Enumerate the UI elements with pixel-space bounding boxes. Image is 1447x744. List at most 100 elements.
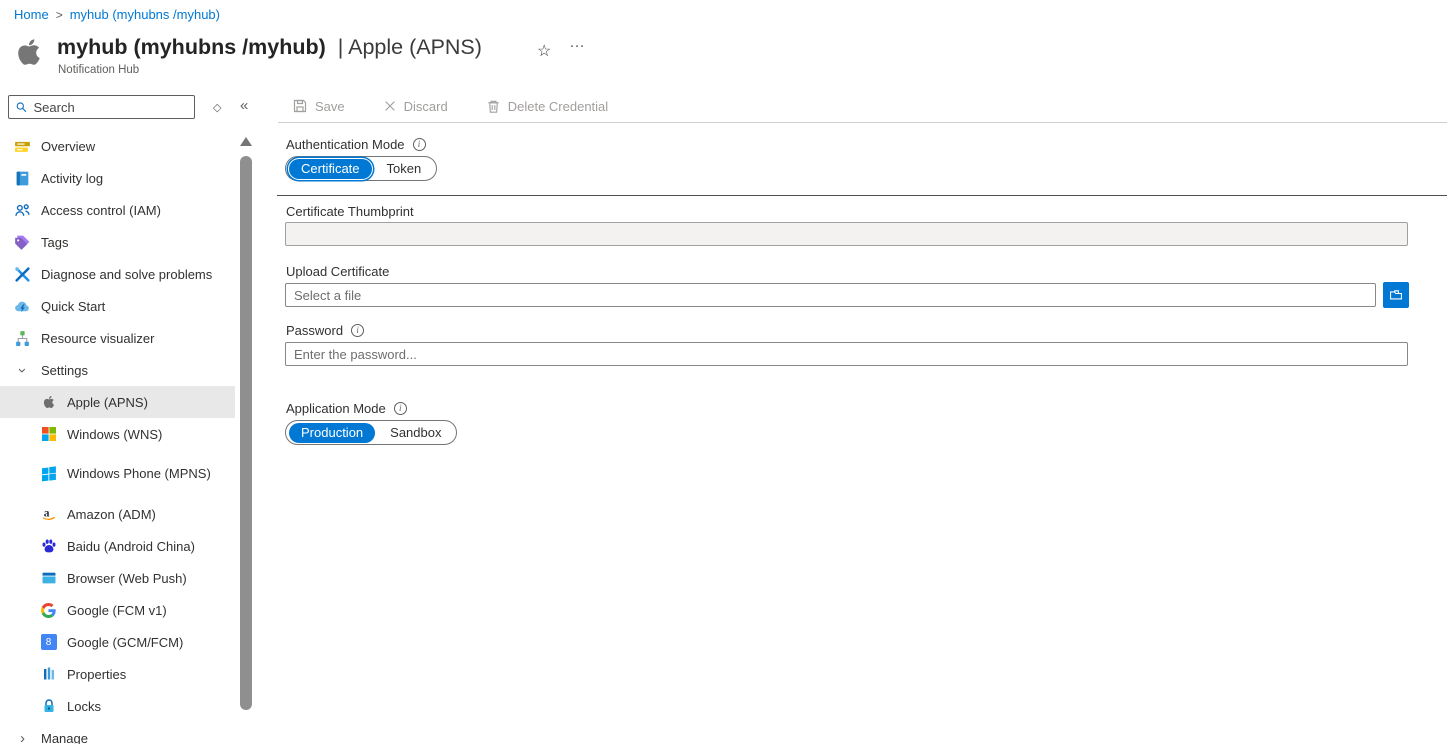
sidebar-item-label: Resource visualizer [41,331,154,346]
quick-start-cloud-icon [14,298,31,315]
sidebar-item-label: Quick Start [41,299,105,314]
azure-portal-page: Home > myhub (myhubns /myhub) myhub (myh… [0,0,1447,744]
sidebar-item-tags[interactable]: Tags [0,226,235,258]
amazon-icon: a [40,506,57,523]
sidebar-item-label: Baidu (Android China) [67,539,195,554]
sidebar-item-label: Google (GCM/FCM) [67,635,183,650]
sidebar-item-properties[interactable]: Properties [0,658,235,690]
sidebar-item-label: Activity log [41,171,103,186]
browse-file-button[interactable] [1383,282,1409,308]
sidebar-item-browser-web-push[interactable]: Browser (Web Push) [0,562,235,594]
sidebar-item-label: Windows Phone (MPNS) [67,466,217,482]
sidebar-item-google-gcm-fcm[interactable]: 8 Google (GCM/FCM) [0,626,235,658]
sidebar-search[interactable] [8,95,195,119]
lock-icon [40,698,57,715]
scrollbar-up-arrow[interactable] [240,137,252,146]
auth-mode-token-option[interactable]: Token [375,159,434,179]
sidebar-item-apple-apns[interactable]: Apple (APNS) [0,386,235,418]
upload-certificate-input[interactable] [285,283,1376,307]
apple-icon [40,394,57,411]
menu-pin-icon[interactable]: ◇ [207,100,227,115]
baidu-paw-icon [40,538,57,555]
page-title-resource: myhub (myhubns /myhub) [57,35,326,59]
sidebar-item-google-fcm-v1[interactable]: Google (FCM v1) [0,594,235,626]
google-g-icon [40,602,57,619]
sidebar-item-label: Diagnose and solve problems [41,267,212,282]
activity-log-icon [14,170,31,187]
page-title: myhub (myhubns /myhub) | Apple (APNS) [57,33,482,61]
certificate-thumbprint-label: Certificate Thumbprint [286,204,414,219]
scrollbar-thumb[interactable] [240,156,252,710]
chevron-right-icon: › [14,730,31,744]
info-icon[interactable]: i [394,402,407,415]
sidebar-item-label: Access control (IAM) [41,203,161,218]
sidebar-item-diagnose[interactable]: Diagnose and solve problems [0,258,235,290]
delete-credential-label: Delete Credential [508,99,608,114]
auth-mode-toggle: Certificate Token [285,156,437,181]
sidebar-item-windows-wns[interactable]: Windows (WNS) [0,418,235,450]
sidebar-item-windows-phone-mpns[interactable]: Windows Phone (MPNS) [0,450,235,498]
gcm-icon: 8 [40,634,57,651]
browser-window-icon [40,570,57,587]
discard-button[interactable]: Discard [377,98,454,115]
favorite-star-icon[interactable]: ☆ [531,40,557,62]
app-mode-label: Application Mode i [286,401,407,416]
sidebar-item-label: Amazon (ADM) [67,507,156,522]
auth-mode-label-text: Authentication Mode [286,137,405,152]
breadcrumb: Home > myhub (myhubns /myhub) [14,7,220,22]
sidebar-section-label: Settings [41,363,88,378]
certificate-thumbprint-label-text: Certificate Thumbprint [286,204,414,219]
breadcrumb-home-link[interactable]: Home [14,7,49,22]
resource-type-subtitle: Notification Hub [58,64,139,76]
access-control-icon [14,202,31,219]
section-divider [277,195,1447,196]
password-label-text: Password [286,323,343,338]
page-title-blade: | Apple (APNS) [338,35,482,59]
trash-icon [486,99,501,114]
resource-visualizer-icon [14,330,31,347]
save-button[interactable]: Save [286,97,351,115]
app-mode-production-option[interactable]: Production [289,423,375,443]
resource-menu: Overview Activity log Access control (IA… [0,130,235,744]
auth-mode-label: Authentication Mode i [286,137,426,152]
app-mode-toggle: Production Sandbox [285,420,457,445]
command-bar-divider [278,122,1447,123]
sidebar-item-label: Windows (WNS) [67,427,162,442]
breadcrumb-separator: > [56,8,63,22]
sidebar-item-amazon-adm[interactable]: a Amazon (ADM) [0,498,235,530]
app-mode-sandbox-option[interactable]: Sandbox [378,423,453,443]
breadcrumb-current-link[interactable]: myhub (myhubns /myhub) [70,7,220,22]
sidebar-item-locks[interactable]: Locks [0,690,235,722]
delete-credential-button[interactable]: Delete Credential [480,98,614,115]
auth-mode-certificate-option[interactable]: Certificate [289,159,372,179]
diagnose-tools-icon [14,266,31,283]
search-icon [15,100,28,114]
sidebar-item-overview[interactable]: Overview [0,130,235,162]
save-icon [292,98,308,114]
search-input[interactable] [34,100,189,115]
sidebar-item-label: Properties [67,667,126,682]
sidebar-item-access-control[interactable]: Access control (IAM) [0,194,235,226]
certificate-thumbprint-input[interactable] [285,222,1408,246]
sidebar-item-baidu[interactable]: Baidu (Android China) [0,530,235,562]
sidebar-item-label: Browser (Web Push) [67,571,187,586]
password-label: Password i [286,323,364,338]
upload-certificate-label: Upload Certificate [286,264,389,279]
save-label: Save [315,99,345,114]
more-options-icon[interactable]: … [563,33,592,53]
info-icon[interactable]: i [413,138,426,151]
password-input[interactable] [285,342,1408,366]
sidebar-item-quick-start[interactable]: Quick Start [0,290,235,322]
info-icon[interactable]: i [351,324,364,337]
sidebar-section-manage[interactable]: › Manage [0,722,235,744]
sidebar-item-activity-log[interactable]: Activity log [0,162,235,194]
sidebar-item-resource-visualizer[interactable]: Resource visualizer [0,322,235,354]
sidebar-item-label: Tags [41,235,68,250]
windows-icon [40,426,57,443]
sidebar-item-label: Overview [41,139,95,154]
upload-certificate-label-text: Upload Certificate [286,264,389,279]
gcm-glyph: 8 [41,634,57,650]
discard-label: Discard [404,99,448,114]
collapse-menu-icon[interactable]: « [234,96,254,115]
sidebar-section-settings[interactable]: › Settings [0,354,235,386]
